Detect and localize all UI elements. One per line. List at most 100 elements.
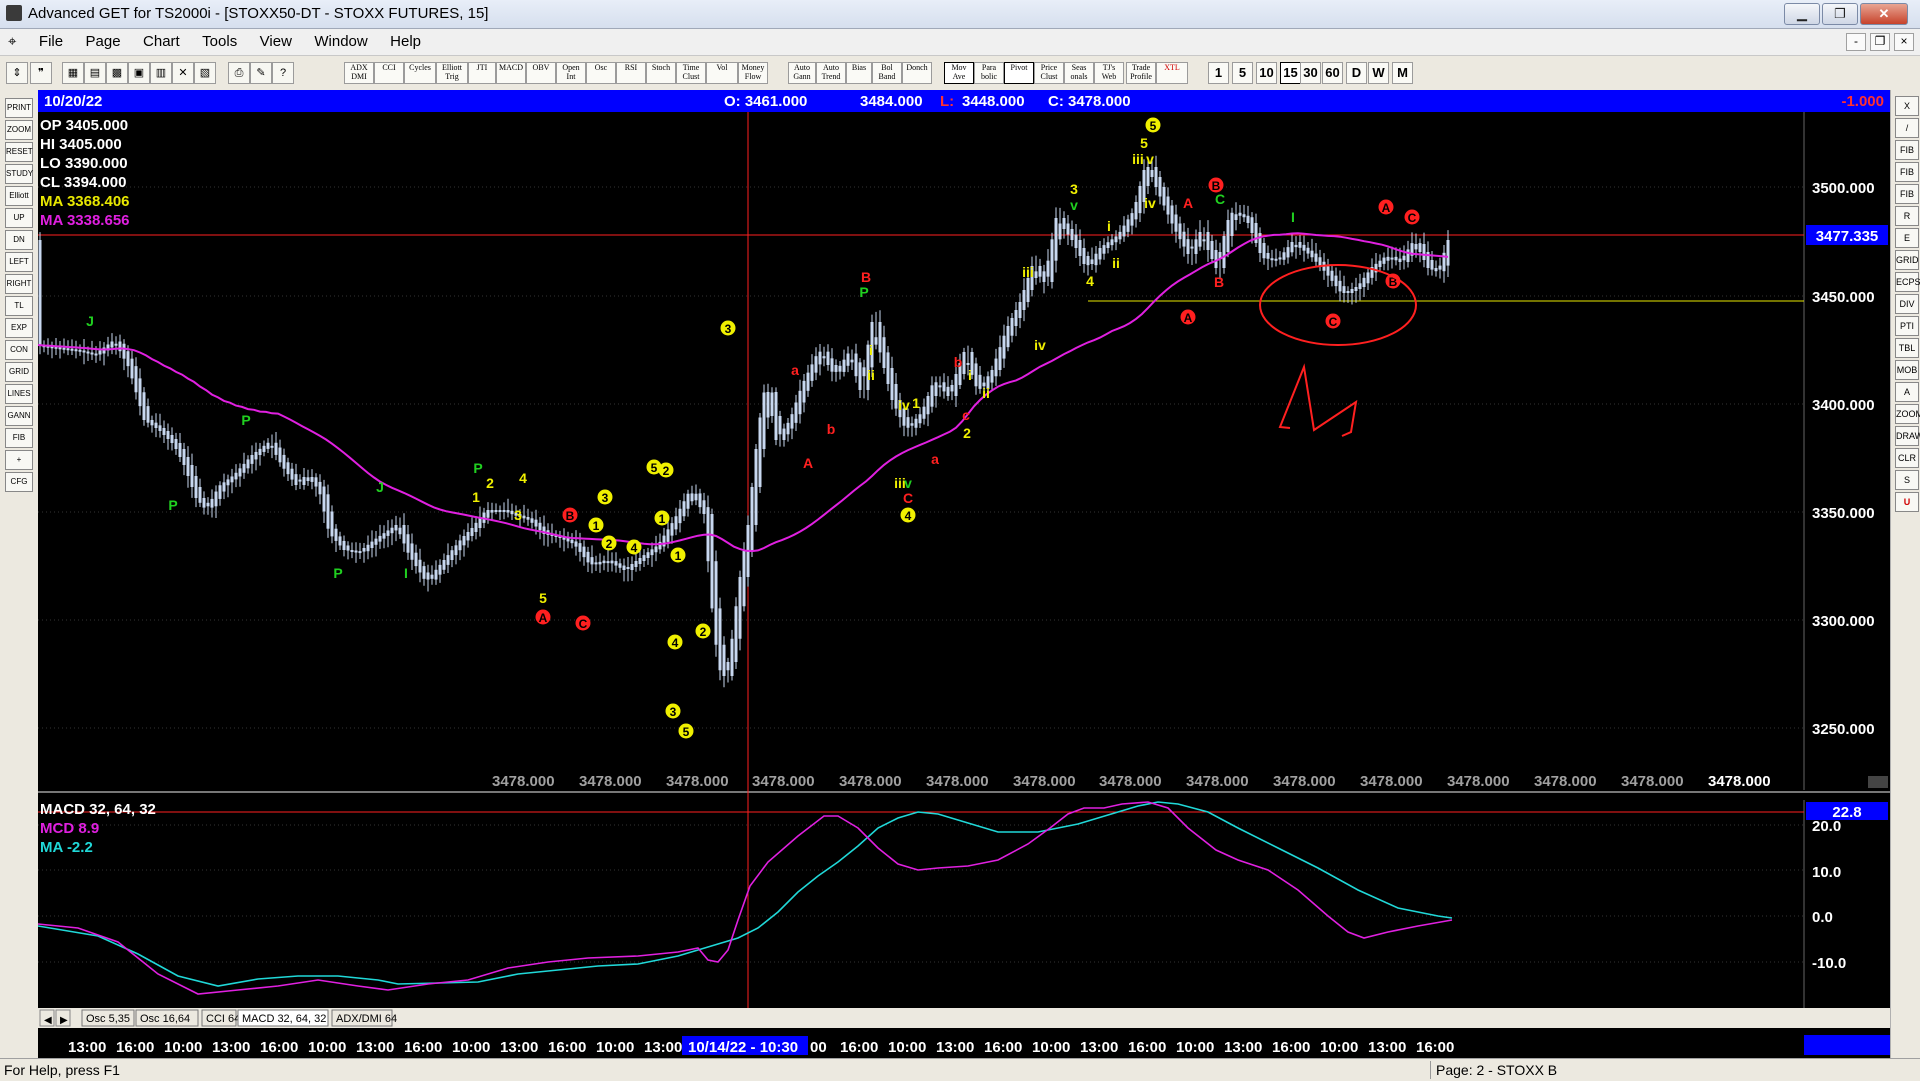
indicator-button[interactable]: RSI [616, 62, 646, 84]
print-icon[interactable]: ⎙ [228, 62, 250, 84]
indicator-button[interactable]: Bol Band [872, 62, 902, 84]
left-tool-gann[interactable]: GANN [5, 406, 33, 426]
left-tool-up[interactable]: UP [5, 208, 33, 228]
left-tool-exp[interactable]: EXP [5, 318, 33, 338]
indicator-button[interactable]: Elliott Trig [436, 62, 468, 84]
menu-window[interactable]: Window [305, 29, 376, 50]
right-tool-clr[interactable]: CLR [1895, 448, 1919, 468]
left-tool-print[interactable]: PRINT [5, 98, 33, 118]
layout-icon[interactable]: ▥ [150, 62, 172, 84]
left-tool-elliott[interactable]: Elliott [5, 186, 33, 206]
indicator-button[interactable]: CCI [374, 62, 404, 84]
menu-page[interactable]: Page [77, 29, 130, 50]
left-tool-reset[interactable]: RESET [5, 142, 33, 162]
left-tool-right[interactable]: RIGHT [5, 274, 33, 294]
minimize-button[interactable]: ▁ [1784, 3, 1820, 25]
wand-icon[interactable]: ✎ [250, 62, 272, 84]
menu-app-icon[interactable]: ⌖ [0, 29, 25, 50]
menu-file[interactable]: File [30, 29, 72, 50]
chart-svg[interactable]: 10/20/22 O: 3461.000 3484.000 L: 3448.00… [38, 90, 1890, 1058]
indicator-button[interactable]: Seas onals [1064, 62, 1094, 84]
doc-minimize-button[interactable]: - [1846, 33, 1866, 51]
indicator-button[interactable]: Auto Gann [788, 62, 816, 84]
left-tool-lines[interactable]: LINES [5, 384, 33, 404]
right-tool-u[interactable]: U [1895, 492, 1919, 512]
timeframe-button-60[interactable]: 60 [1322, 62, 1343, 84]
right-tool-a[interactable]: A [1895, 382, 1919, 402]
close-button[interactable]: ✕ [1860, 3, 1908, 25]
right-tool-grid[interactable]: GRID [1895, 250, 1919, 270]
right-tool-fib-ret[interactable]: FIB RET [1895, 140, 1919, 173]
left-tool-grid[interactable]: GRID [5, 362, 33, 382]
cascade-icon[interactable]: ▤ [84, 62, 106, 84]
indicator-button[interactable]: Money Flow [738, 62, 768, 84]
right-tool-fib-time[interactable]: FIB TIME [1895, 184, 1919, 217]
menu-tools[interactable]: Tools [193, 29, 246, 50]
indicator-button[interactable]: Osc [586, 62, 616, 84]
tile-icon[interactable]: ▦ [62, 62, 84, 84]
right-tool--[interactable]: / [1895, 118, 1919, 138]
menu-help[interactable]: Help [381, 29, 430, 50]
menu-view[interactable]: View [251, 29, 301, 50]
indicator-button[interactable]: Donch [902, 62, 932, 84]
indicator-button[interactable]: OBV [526, 62, 556, 84]
indicator-button[interactable]: MACD [496, 62, 526, 84]
cross-icon[interactable]: ✕ [172, 62, 194, 84]
left-tool-dn[interactable]: DN [5, 230, 33, 250]
indicator-button[interactable]: Auto Trend [816, 62, 846, 84]
indicator-button[interactable]: ADX DMI [344, 62, 374, 84]
right-tool-draw[interactable]: DRAW [1895, 426, 1920, 446]
help-icon[interactable]: ? [272, 62, 294, 84]
right-tool-zoom[interactable]: ZOOM [1895, 404, 1920, 424]
right-tool-tbl[interactable]: TBL [1895, 338, 1919, 358]
timeframe-button-15[interactable]: 15 [1280, 62, 1301, 84]
right-tool-pti[interactable]: PTI [1895, 316, 1919, 336]
indicator-button[interactable]: Vol [706, 62, 738, 84]
right-tool-e[interactable]: E [1895, 228, 1919, 248]
right-tool-div[interactable]: DIV [1895, 294, 1919, 314]
indicator-button[interactable]: Para bolic [974, 62, 1004, 84]
left-tool-left[interactable]: LEFT [5, 252, 33, 272]
indicator-button[interactable]: Pivot [1004, 62, 1034, 84]
indicator-button[interactable]: Time Clust [676, 62, 706, 84]
timeframe-button-10[interactable]: 10 [1256, 62, 1277, 84]
left-tool-con[interactable]: CON [5, 340, 33, 360]
indicator-button[interactable]: JTI [468, 62, 496, 84]
indicator-button[interactable]: Stoch [646, 62, 676, 84]
left-tool-zoom[interactable]: ZOOM [5, 120, 33, 140]
window-icon[interactable]: ▣ [128, 62, 150, 84]
right-tool-s[interactable]: S [1895, 470, 1919, 490]
doc-restore-button[interactable]: ❐ [1870, 33, 1890, 51]
indicator-button[interactable]: Mov Ave [944, 62, 974, 84]
cursor-tool-icon[interactable]: ⇕ [6, 62, 28, 84]
left-tool-tl[interactable]: TL [5, 296, 33, 316]
timeframe-button-M[interactable]: M [1392, 62, 1413, 84]
indicator-button[interactable]: Bias [846, 62, 872, 84]
grid-icon[interactable]: ▩ [106, 62, 128, 84]
timeframe-button-1[interactable]: 1 [1208, 62, 1229, 84]
indicator-button[interactable]: Cycles [404, 62, 436, 84]
quote-tool-icon[interactable]: ❞ [30, 62, 52, 84]
indicator-button[interactable]: TJ's Web [1094, 62, 1124, 84]
left-tool-study[interactable]: STUDY [5, 164, 33, 184]
right-tool-mob[interactable]: MOB [1895, 360, 1919, 380]
indicator-button[interactable]: Trade Profile [1126, 62, 1156, 84]
timeframe-button-D[interactable]: D [1346, 62, 1367, 84]
timeframe-button-W[interactable]: W [1368, 62, 1389, 84]
left-tool-cfg[interactable]: CFG [5, 472, 33, 492]
right-tool-fib-ext[interactable]: FIB EXT [1895, 162, 1919, 195]
right-tool-r[interactable]: R [1895, 206, 1919, 226]
timeframe-button-5[interactable]: 5 [1232, 62, 1253, 84]
menu-chart[interactable]: Chart [134, 29, 189, 50]
doc-close-button[interactable]: × [1894, 33, 1914, 51]
indicator-button[interactable]: Price Clust [1034, 62, 1064, 84]
left-tool-fib[interactable]: FIB [5, 428, 33, 448]
indicator-button[interactable]: Open Int [556, 62, 586, 84]
scale-icon[interactable] [1868, 776, 1888, 788]
right-tool-x[interactable]: X [1895, 96, 1919, 116]
indicator-button[interactable]: XTL [1156, 62, 1188, 84]
timeframe-button-30[interactable]: 30 [1300, 62, 1321, 84]
chart-icon[interactable]: ▧ [194, 62, 216, 84]
maximize-button[interactable]: ❐ [1822, 3, 1858, 25]
left-tool--[interactable]: + [5, 450, 33, 470]
